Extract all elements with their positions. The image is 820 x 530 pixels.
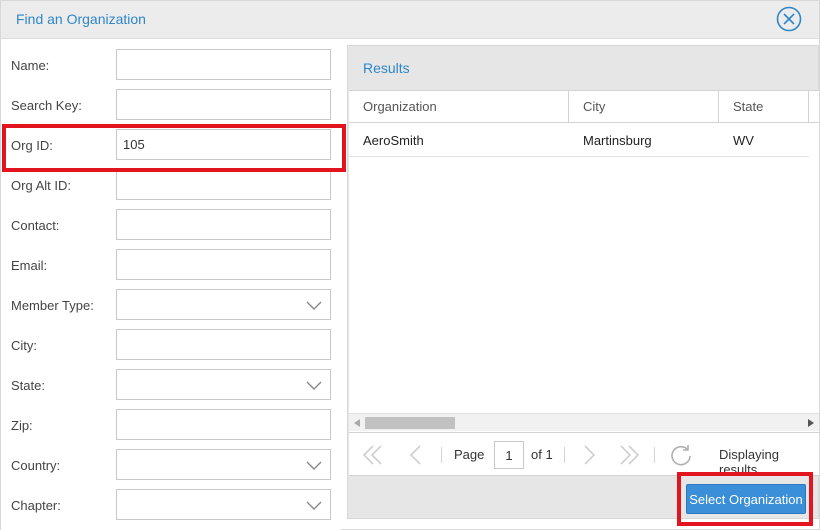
org-id-label: Org ID: <box>11 138 53 153</box>
dialog-titlebar: Find an Organization <box>1 1 819 39</box>
pagination-bar: Page of 1 Displaying results <box>349 432 819 477</box>
search-key-field[interactable] <box>116 89 331 120</box>
org-id-row: Org ID: <box>1 120 341 160</box>
previous-page-icon[interactable] <box>404 443 428 467</box>
column-header-state[interactable]: State <box>719 91 809 123</box>
first-page-icon[interactable] <box>361 443 385 467</box>
chevron-down-icon <box>306 381 322 390</box>
city-label: City: <box>11 338 37 353</box>
name-label: Name: <box>11 58 50 73</box>
scrollbar-thumb[interactable] <box>365 417 455 429</box>
search-key-row: Search Key: <box>1 80 341 120</box>
cell-city: Martinsburg <box>583 133 652 148</box>
contact-field[interactable] <box>116 209 331 240</box>
org-alt-id-label: Org Alt ID: <box>11 178 71 193</box>
chevron-down-icon <box>306 501 322 510</box>
pager-status: Displaying results <box>719 447 779 477</box>
close-icon[interactable] <box>776 6 802 32</box>
pager-divider <box>654 447 655 463</box>
city-field[interactable] <box>116 329 331 360</box>
name-field[interactable] <box>116 49 331 80</box>
page-count: of 1 <box>531 447 553 462</box>
column-header-organization[interactable]: Organization <box>349 91 569 123</box>
chapter-select[interactable] <box>116 489 331 520</box>
page-number-input[interactable] <box>494 441 524 469</box>
results-grid: Organization City State AeroSmith Martin… <box>349 90 819 432</box>
page-label: Page <box>454 447 485 462</box>
state-row: State: <box>1 360 341 400</box>
pager-divider <box>564 447 565 463</box>
name-row: Name: <box>1 40 341 80</box>
chevron-down-icon <box>306 301 322 310</box>
org-alt-id-field[interactable] <box>116 169 331 200</box>
chapter-label: Chapter: <box>11 498 61 513</box>
scroll-right-icon[interactable] <box>807 418 815 428</box>
contact-row: Contact: <box>1 200 341 240</box>
org-id-field[interactable] <box>116 129 331 160</box>
member-type-row: Member Type: <box>1 280 341 320</box>
country-select[interactable] <box>116 449 331 480</box>
results-title: Results <box>363 60 410 76</box>
chevron-down-icon <box>306 461 322 470</box>
zip-field[interactable] <box>116 409 331 440</box>
country-label: Country: <box>11 458 61 473</box>
results-header: Organization City State <box>349 91 819 123</box>
country-row: Country: <box>1 440 341 480</box>
cell-organization: AeroSmith <box>363 133 424 148</box>
search-key-label: Search Key: <box>11 98 82 113</box>
pager-divider <box>441 447 442 463</box>
chapter-row: Chapter: <box>1 480 341 520</box>
find-organization-dialog: Find an Organization Name: Search Key: O… <box>0 0 820 530</box>
zip-row: Zip: <box>1 400 341 440</box>
refresh-icon[interactable] <box>669 443 693 467</box>
cell-state: WV <box>733 133 754 148</box>
member-type-label: Member Type: <box>11 298 94 313</box>
next-page-icon[interactable] <box>577 443 601 467</box>
scroll-left-icon[interactable] <box>353 418 361 428</box>
state-select[interactable] <box>116 369 331 400</box>
last-page-icon[interactable] <box>617 443 641 467</box>
search-form: Name: Search Key: Org ID: Org Alt ID: Co… <box>1 40 341 530</box>
org-alt-id-row: Org Alt ID: <box>1 160 341 200</box>
city-row: City: <box>1 320 341 360</box>
zip-label: Zip: <box>11 418 33 433</box>
email-label: Email: <box>11 258 48 273</box>
email-row: Email: <box>1 240 341 280</box>
state-label: State: <box>11 378 45 393</box>
table-row[interactable]: AeroSmith Martinsburg WV <box>349 123 809 157</box>
horizontal-scrollbar[interactable] <box>349 413 819 431</box>
member-type-select[interactable] <box>116 289 331 320</box>
results-panel: Results Organization City State AeroSmit… <box>347 45 819 519</box>
column-header-city[interactable]: City <box>569 91 719 123</box>
select-organization-button[interactable]: Select Organization <box>686 484 806 514</box>
email-field[interactable] <box>116 249 331 280</box>
contact-label: Contact: <box>11 218 60 233</box>
dialog-title: Find an Organization <box>16 11 146 27</box>
